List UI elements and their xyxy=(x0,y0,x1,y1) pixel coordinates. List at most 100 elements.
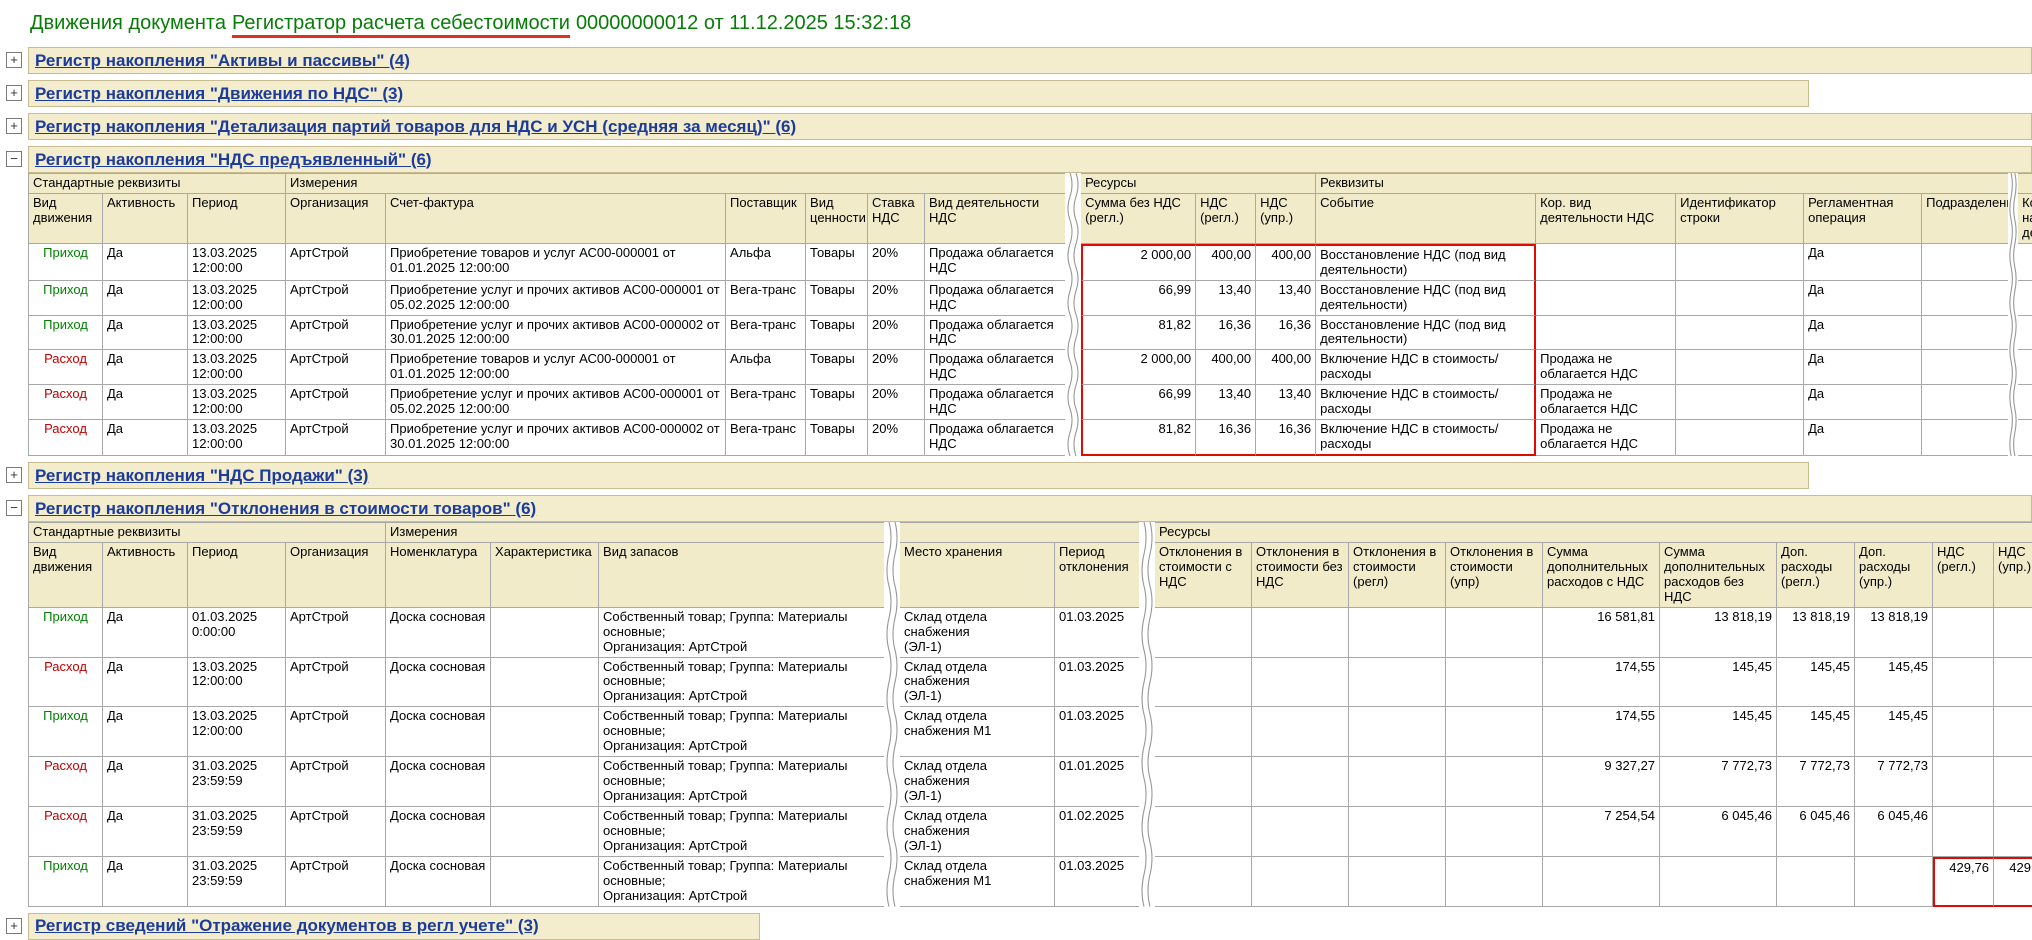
table-cell[interactable]: Продажа облагается НДС xyxy=(925,350,1066,386)
table-cell[interactable]: Товары xyxy=(806,243,869,281)
table-cell[interactable]: Да xyxy=(1804,315,1923,351)
table-cell[interactable]: 13,40 xyxy=(1196,280,1257,316)
table-cell[interactable]: Да xyxy=(1804,280,1923,316)
table-cell[interactable]: Приход xyxy=(28,607,103,658)
table-cell[interactable]: Да xyxy=(1804,385,1923,421)
table-cell[interactable]: Доска сосновая xyxy=(386,657,492,708)
table-cell[interactable]: 145,45 xyxy=(1777,657,1856,708)
table-cell[interactable] xyxy=(491,707,600,758)
table-cell[interactable]: Да xyxy=(1804,243,1923,281)
table-cell[interactable]: Расход xyxy=(28,757,103,807)
table-cell[interactable]: Да xyxy=(1804,420,1923,456)
expand-icon[interactable]: + xyxy=(6,52,22,68)
table-cell[interactable]: Вега-транс xyxy=(726,315,807,351)
table-cell[interactable] xyxy=(2018,420,2032,456)
table-cell[interactable]: Продажа не облагается НДС xyxy=(1536,350,1677,386)
table-cell[interactable]: 9 327,27 xyxy=(1543,757,1661,807)
table-cell[interactable]: Расход xyxy=(28,657,103,708)
table-cell[interactable]: Да xyxy=(1804,350,1923,386)
table-cell[interactable] xyxy=(1252,856,1350,907)
table-cell[interactable] xyxy=(2018,350,2032,386)
table-cell[interactable]: Альфа xyxy=(726,350,807,386)
table-cell[interactable]: Да xyxy=(103,420,188,456)
table-cell[interactable]: 6 045,46 xyxy=(1855,806,1934,857)
table-cell[interactable]: 66,99 xyxy=(1081,280,1197,316)
table-cell[interactable]: Да xyxy=(103,707,188,758)
table-cell[interactable]: Альфа xyxy=(726,243,807,281)
table-cell[interactable] xyxy=(1349,657,1447,708)
table-cell[interactable] xyxy=(1676,243,1805,281)
table-cell[interactable]: Приобретение товаров и услуг АС00-000001… xyxy=(386,243,727,281)
table-cell[interactable] xyxy=(1446,657,1544,708)
table-cell[interactable]: Да xyxy=(103,280,188,316)
table-cell[interactable] xyxy=(1446,607,1544,658)
table-cell[interactable]: 16,36 xyxy=(1196,420,1257,456)
table-cell[interactable]: 66,99 xyxy=(1081,385,1197,421)
table-cell[interactable] xyxy=(2018,244,2032,281)
table-cell[interactable]: АртСтрой xyxy=(286,385,387,421)
table-cell[interactable]: Приход xyxy=(28,280,103,316)
table-cell[interactable] xyxy=(1155,657,1253,708)
table-cell[interactable]: Склад отдела снабжения М1 xyxy=(900,856,1056,907)
table-cell[interactable] xyxy=(1543,856,1661,907)
table-cell[interactable]: Приход xyxy=(28,707,103,758)
table-cell[interactable]: 01.01.2025 xyxy=(1055,757,1140,807)
table-cell[interactable]: Да xyxy=(103,315,188,351)
table-cell[interactable]: Восстановление НДС (под вид деятельности… xyxy=(1316,243,1537,281)
table-cell[interactable] xyxy=(1660,856,1778,907)
table-cell[interactable]: 145,45 xyxy=(1855,657,1934,708)
table-cell[interactable] xyxy=(1676,420,1805,456)
table-cell[interactable]: 01.03.2025 xyxy=(1055,608,1140,658)
table-cell[interactable]: 13.03.2025 12:00:00 xyxy=(188,657,286,708)
section-bar-detalizaciya-partij[interactable]: Регистр накопления "Детализация партий т… xyxy=(28,113,2032,140)
table-cell[interactable]: 7 772,73 xyxy=(1777,757,1856,807)
table-cell[interactable] xyxy=(1994,757,2032,807)
table-cell[interactable] xyxy=(1922,281,2009,316)
table-cell[interactable]: Собственный товар; Группа: Материалы осн… xyxy=(599,658,885,708)
table-cell[interactable]: АртСтрой xyxy=(286,707,387,758)
table-cell[interactable]: Да xyxy=(103,243,188,281)
table-cell[interactable]: Да xyxy=(103,806,188,857)
table-cell[interactable]: 16 581,81 xyxy=(1543,607,1661,658)
table-cell[interactable] xyxy=(1446,856,1544,907)
table-cell[interactable]: Да xyxy=(103,757,188,807)
table-cell[interactable]: Собственный товар; Группа: Материалы осн… xyxy=(599,807,885,857)
table-cell[interactable]: 16,36 xyxy=(1256,420,1317,456)
table-cell[interactable] xyxy=(2018,385,2032,421)
table-cell[interactable]: 145,45 xyxy=(1660,657,1778,708)
table-cell[interactable] xyxy=(1933,806,1995,857)
table-cell[interactable] xyxy=(1252,707,1350,758)
table-cell[interactable]: 145,45 xyxy=(1777,707,1856,758)
table-cell[interactable]: АртСтрой xyxy=(286,657,387,708)
table-cell[interactable] xyxy=(1676,385,1805,421)
table-cell[interactable] xyxy=(1252,607,1350,658)
expand-icon[interactable]: + xyxy=(6,467,22,483)
table-cell[interactable] xyxy=(1922,316,2009,351)
table-cell[interactable] xyxy=(1349,806,1447,857)
table-cell[interactable]: Доска сосновая xyxy=(386,806,492,857)
table-cell[interactable]: АртСтрой xyxy=(286,243,387,281)
table-cell[interactable]: АртСтрой xyxy=(286,280,387,316)
table-cell[interactable]: Собственный товар; Группа: Материалы осн… xyxy=(599,707,885,758)
table-cell[interactable]: 20% xyxy=(868,280,926,316)
section-bar-nds-prodazhi[interactable]: Регистр накопления "НДС Продажи" (3) xyxy=(28,462,1809,489)
table-cell[interactable]: 2 000,00 xyxy=(1081,243,1197,281)
section-bar-otrazhenie-dokumentov[interactable]: Регистр сведений "Отражение документов в… xyxy=(28,912,760,940)
table-cell[interactable]: Товары xyxy=(806,385,869,421)
expand-icon[interactable]: + xyxy=(6,917,22,934)
table-cell[interactable] xyxy=(491,607,600,658)
table-cell[interactable]: Склад отдела снабжения (ЭЛ-1) xyxy=(900,607,1056,658)
table-cell[interactable]: 20% xyxy=(868,350,926,386)
table-cell[interactable] xyxy=(1446,757,1544,807)
section-bar-dvizheniya-po-nds[interactable]: Регистр накопления "Движения по НДС" (3) xyxy=(28,80,1809,107)
table-cell[interactable] xyxy=(1933,607,1995,658)
table-cell[interactable]: 6 045,46 xyxy=(1777,806,1856,857)
table-cell[interactable]: Вега-транс xyxy=(726,385,807,421)
table-cell[interactable]: Товары xyxy=(806,280,869,316)
table-cell[interactable]: Склад отдела снабжения (ЭЛ-1) xyxy=(900,657,1056,708)
table-cell[interactable]: 13.03.2025 12:00:00 xyxy=(188,420,287,456)
table-cell[interactable]: Собственный товар; Группа: Материалы осн… xyxy=(599,857,885,907)
table-cell[interactable]: 20% xyxy=(868,243,926,281)
table-cell[interactable]: 31.03.2025 23:59:59 xyxy=(188,757,286,807)
table-cell[interactable]: 81,82 xyxy=(1081,315,1197,351)
